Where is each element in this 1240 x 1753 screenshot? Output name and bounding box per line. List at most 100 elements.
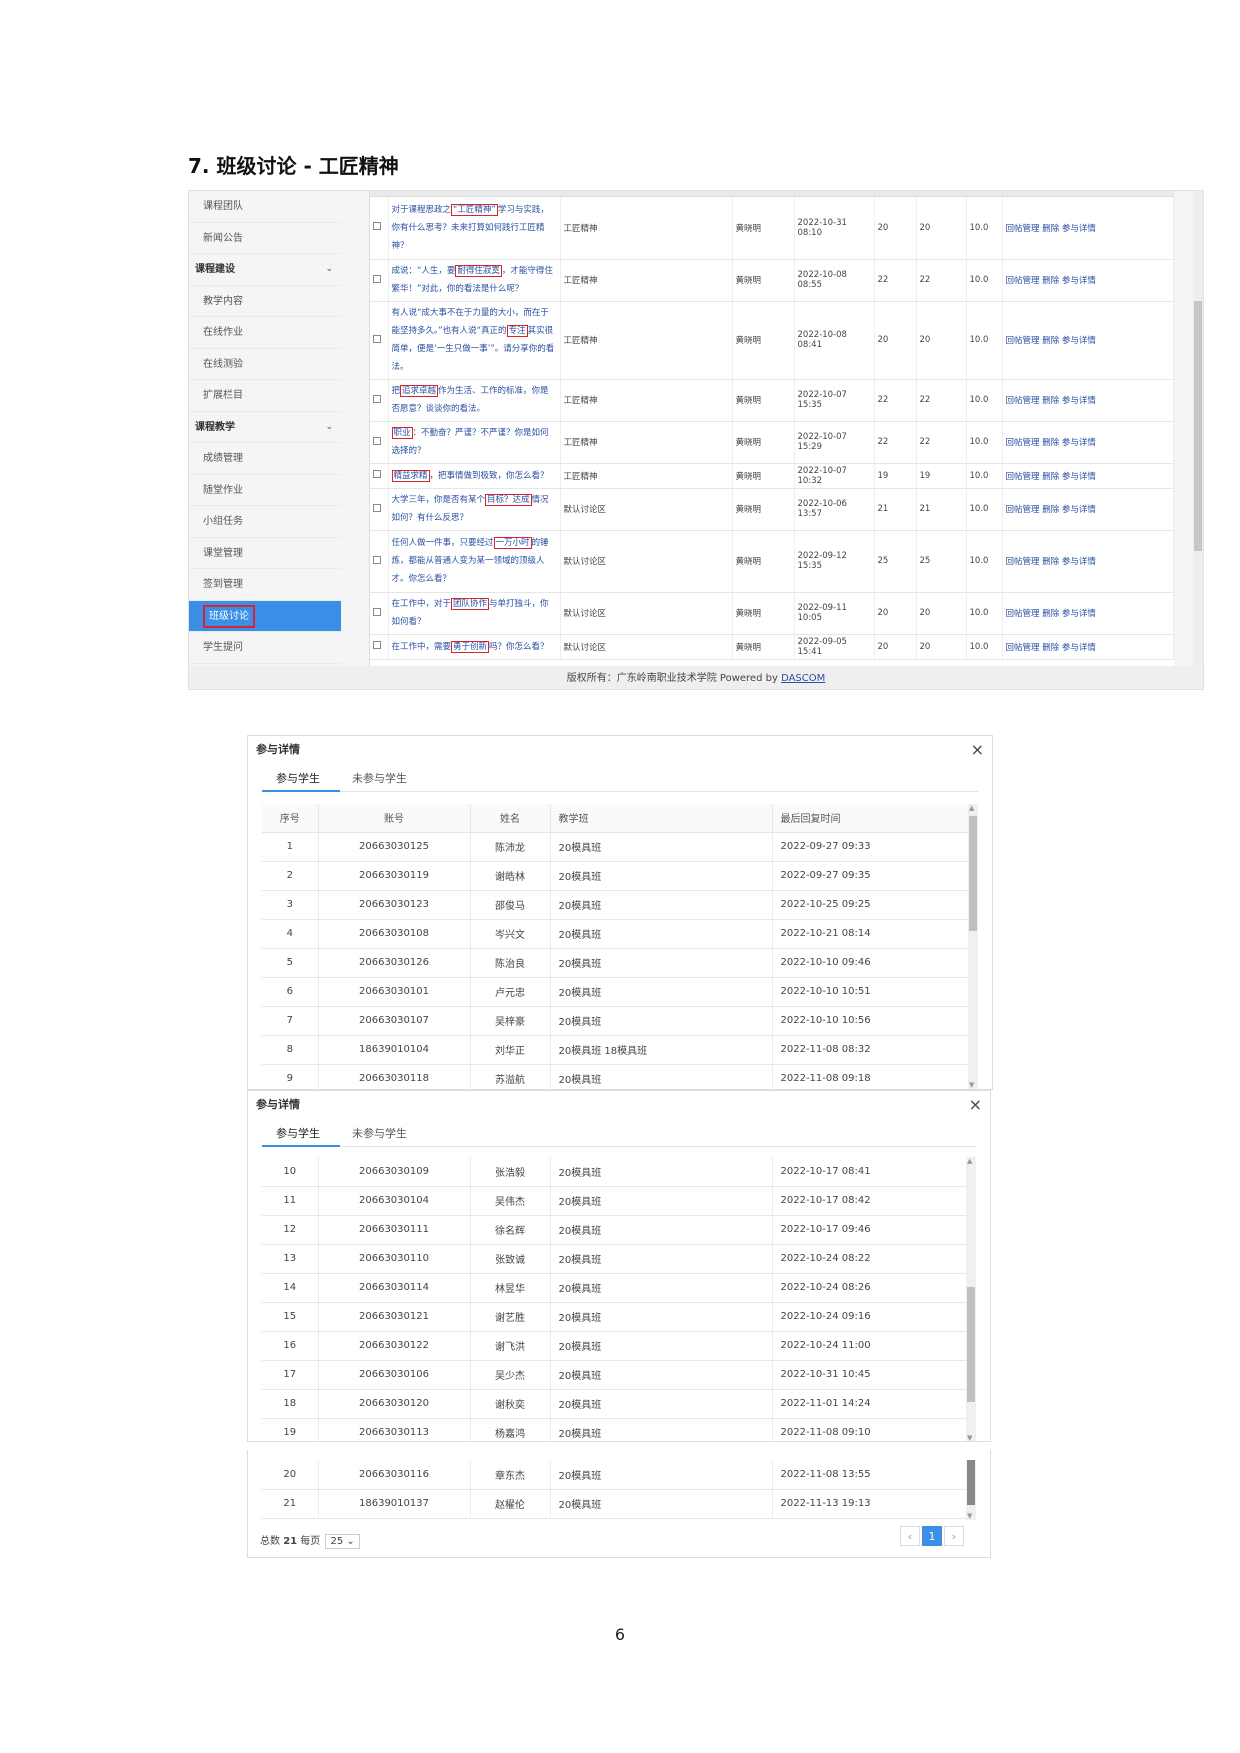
discussion-title[interactable]: 任何人做一件事，只要经过 一万小时 的锤炼，都能从普通人变为某一领域的顶级人才。你怎… [388,530,561,593]
row-actions[interactable]: 回帖管理 删除 参与详情 [1002,421,1174,464]
tab-participants[interactable]: 参与学生 [276,1125,320,1141]
dialog-scrollbar-c[interactable]: ▼ [966,1460,976,1520]
sidebar-item[interactable]: 班级讨论 [189,600,341,632]
row-checkbox[interactable] [373,334,381,343]
discussion-title[interactable]: 大学三年，你是否有某个 目标？达成 情况如何？有什么反思？ [388,488,561,531]
row-actions[interactable]: 回帖管理 删除 参与详情 [1002,379,1174,422]
sidebar-item[interactable]: 小组任务 [189,506,341,538]
discussion-title[interactable]: 在工作中，需要 勇于创新 吗？你怎么看？ [388,634,561,660]
row-checkbox[interactable] [373,470,381,478]
page-scrollbar[interactable] [1193,191,1203,666]
discussion-row: 职业 ：不勤奋？严谨？不严谨？你是如何选择的？ 工匠精神 黄晓明 2022-10-07 … [370,421,1174,464]
scrollbar-thumb-a[interactable] [969,816,977,931]
author-name: 黄晓明 [732,488,795,531]
table-row: 17 20663030106 吴少杰 20模具班 2022-10-31 10:45 [262,1360,969,1390]
tab-non-participants[interactable]: 未参与学生 [352,1125,407,1141]
scroll-up-icon[interactable]: ▲ [969,804,974,812]
scrollbar-thumb-c[interactable] [967,1460,975,1505]
sidebar-item[interactable]: 签到管理 [189,569,341,601]
dascom-link[interactable]: DASCOM [781,673,825,684]
row-checkbox-cell [370,197,389,260]
close-icon[interactable]: × [971,736,984,764]
row-actions[interactable]: 回帖管理 删除 参与详情 [1002,301,1174,380]
dialog-header: 参与详情 × [248,736,992,764]
sidebar-item[interactable]: 课堂管理 [189,538,341,569]
row-checkbox[interactable] [373,641,381,649]
sidebar-item[interactable]: 新闻公告 [189,223,341,254]
forum-name: 工匠精神 [560,379,733,422]
dialog-title: 参与详情 [256,1098,300,1111]
row-name: 吴伟杰 [470,1186,551,1216]
row-account: 20663030119 [318,861,471,891]
scroll-down-icon[interactable]: ▼ [967,1512,972,1520]
scroll-down-icon[interactable]: ▼ [969,1081,974,1089]
row-actions[interactable]: 回帖管理 删除 参与详情 [1002,634,1174,660]
forum-name: 工匠精神 [560,421,733,464]
discussion-row: 在工作中，对于 团队协作 与单打独斗，你如何看？ 默认讨论区 黄晓明 2022-09-11… [370,592,1174,635]
discussion-title[interactable]: 把追求卓越 作为生活、工作的标准，你是否愿意？谈谈你的看法。 [388,379,561,422]
discussion-title[interactable]: 职业 ：不勤奋？严谨？不严谨？你是如何选择的？ [388,421,561,464]
scroll-up-icon[interactable]: ▲ [967,1157,972,1165]
row-account: 20663030126 [318,948,471,978]
sidebar-item[interactable]: 在线测验 [189,349,341,380]
row-actions[interactable]: 回帖管理 删除 参与详情 [1002,592,1174,635]
row-actions[interactable]: 回帖管理 删除 参与详情 [1002,197,1174,260]
row-last-reply: 2022-11-08 09:10 [772,1418,969,1441]
row-checkbox[interactable] [373,607,381,616]
row-class: 20模具班 [550,1418,773,1441]
post-time: 2022-09-12 15:35 [794,530,875,593]
row-checkbox[interactable] [373,436,381,445]
row-checkbox[interactable] [373,555,381,564]
sidebar-item[interactable]: 随堂作业 [189,475,341,506]
dialog-scrollbar-a[interactable]: ▲ ▼ [968,804,978,1089]
scroll-down-icon[interactable]: ▼ [967,1434,972,1441]
row-name: 赵櫂伦 [470,1489,551,1519]
page-button-current[interactable]: 1 [922,1526,942,1546]
sidebar-item[interactable]: 教学内容 [189,286,341,317]
close-icon[interactable]: × [969,1091,982,1119]
next-page-button[interactable]: › [944,1526,964,1546]
discussion-title[interactable]: 精益求精 ，把事情做到极致，你怎么看？ [388,463,561,489]
tab-non-participants[interactable]: 未参与学生 [352,770,407,786]
prev-page-button[interactable]: ‹ [900,1526,920,1546]
row-name: 张致诚 [470,1244,551,1274]
score: 10.0 [966,463,1003,489]
sidebar-item[interactable]: 课程教学 ⌄ [189,412,341,443]
discussion-title[interactable]: 成说：“人生，要 耐得住寂寞 ，才能守得住繁华！”对此，你的看法是什么呢？ [388,259,561,302]
chevron-down-icon: ⌄ [325,421,333,432]
row-actions[interactable]: 回帖管理 删除 参与详情 [1002,463,1174,489]
scrollbar-thumb[interactable] [1194,301,1202,551]
discussion-title[interactable]: 有人说“成大事不在于力量的大小，而在于能坚持多久。”也有人说“真正的 专注 其实很简… [388,301,561,380]
per-page-select[interactable]: 25 ⌄ [325,1534,360,1549]
row-checkbox[interactable] [373,274,381,283]
row-checkbox[interactable] [373,394,381,403]
scrollbar-thumb-b[interactable] [967,1287,975,1402]
sidebar-item[interactable]: 在线作业 [189,317,341,349]
author-name: 黄晓明 [732,197,795,260]
sidebar-item[interactable]: 课程团队 [189,191,341,223]
row-no: 19 [262,1418,319,1441]
sidebar-item[interactable]: 成绩管理 [189,443,341,475]
count-2: 22 [916,379,967,422]
dialog-scrollbar-b[interactable]: ▲ ▼ [966,1157,976,1441]
row-checkbox-cell [370,592,389,635]
sidebar-item[interactable]: 扩展栏目 [189,380,341,412]
sidebar-item[interactable]: 学生提问 [189,632,341,664]
row-actions[interactable]: 回帖管理 删除 参与详情 [1002,488,1174,531]
discussion-title[interactable]: 在工作中，对于 团队协作 与单打独斗，你如何看？ [388,592,561,635]
row-checkbox[interactable] [373,222,381,231]
row-checkbox[interactable] [373,503,381,512]
sidebar-item[interactable]: 课程建设 ⌄ [189,254,341,286]
discussion-title[interactable]: 对于课程思政之 “工匠精神” 学习与实践，你有什么思考？未来打算如何践行工匠精神？ [388,197,561,260]
table-row: 12 20663030111 徐名辉 20模具班 2022-10-17 09:46 [262,1215,969,1245]
row-class: 20模具班 18模具班 [550,1035,773,1065]
post-time: 2022-10-06 13:57 [794,488,875,531]
table-row: 5 20663030126 陈治良 20模具班 2022-10-10 09:46 [262,948,969,978]
row-account: 20663030118 [318,1064,471,1089]
row-actions[interactable]: 回帖管理 删除 参与详情 [1002,530,1174,593]
row-account: 20663030125 [318,832,471,862]
col-header-account: 账号 [318,804,471,833]
row-name: 吴少杰 [470,1360,551,1390]
row-actions[interactable]: 回帖管理 删除 参与详情 [1002,259,1174,302]
tab-participants[interactable]: 参与学生 [276,770,320,786]
